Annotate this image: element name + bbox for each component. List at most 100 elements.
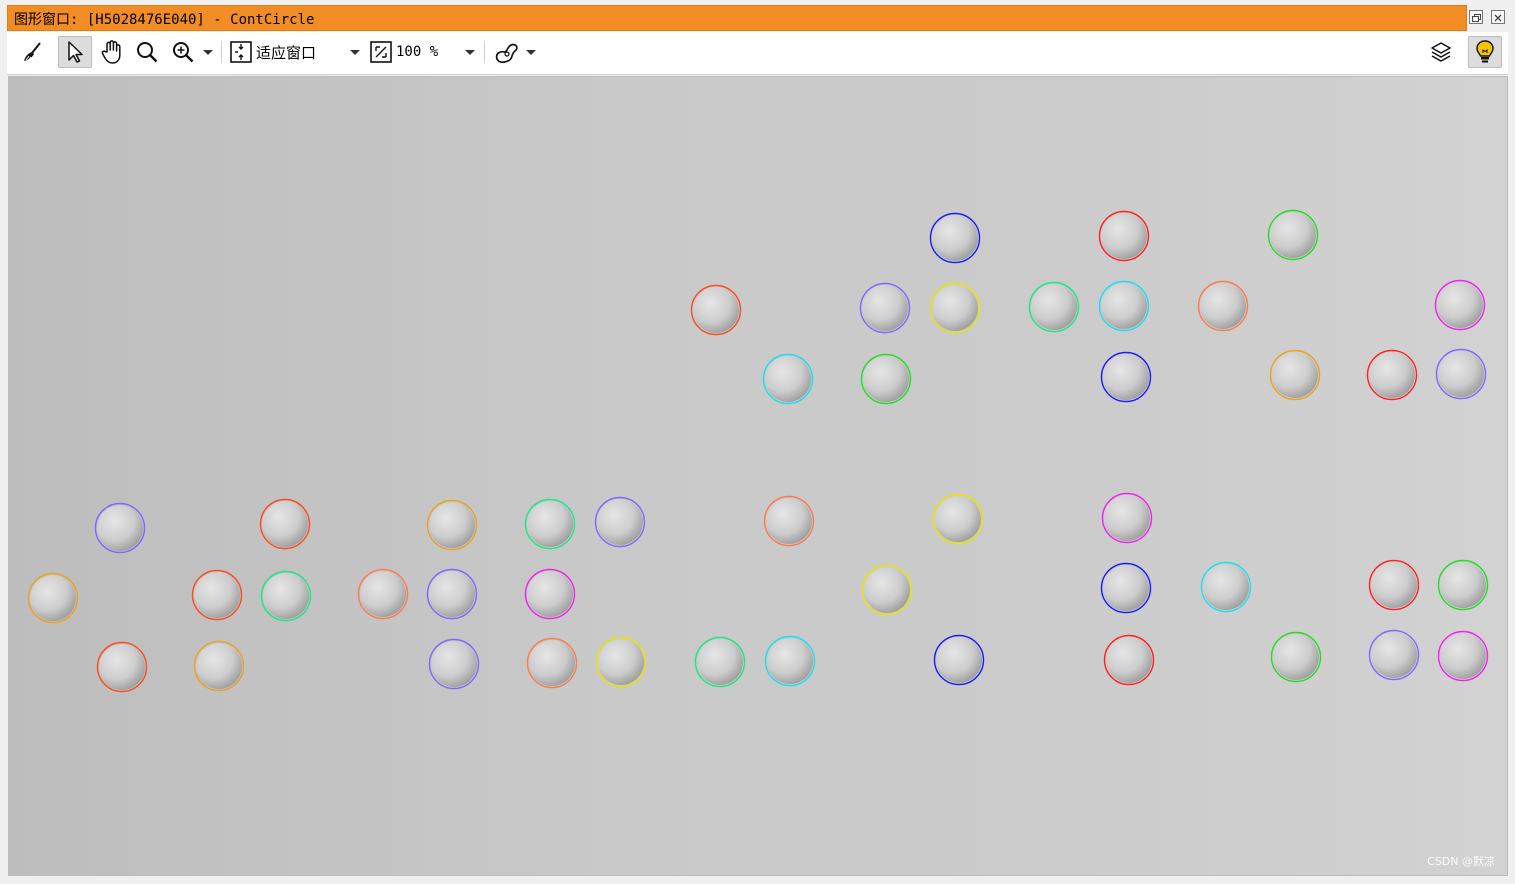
hole-bump [429,502,475,548]
detected-circle [259,498,311,550]
detected-circle [1368,559,1420,611]
close-icon [1494,14,1502,22]
zoom-dropdown[interactable] [200,36,216,68]
hole-bump [932,215,978,261]
detected-circle [1028,281,1080,333]
lightbulb-icon [1476,40,1494,63]
toolbar-separator [221,41,222,63]
detected-circle [1101,492,1153,544]
detected-circle [1098,280,1150,332]
detected-circle [594,496,646,548]
toolbar: 适应窗口 100 % [7,32,1508,75]
draw-shape-dropdown[interactable] [523,36,539,68]
hole-bump [1371,562,1417,608]
hole-bump [864,567,910,613]
hole-bump [196,643,242,689]
detected-circle [426,499,478,551]
detected-circle [1366,349,1418,401]
hole-bump [1440,562,1486,608]
hole-bump [932,285,978,331]
hole-bump [935,496,981,542]
draw-shape-button[interactable] [491,36,523,68]
hole-bump [262,501,308,547]
fit-window-button[interactable]: 适应窗口 [229,36,329,68]
hole-bump [863,356,909,402]
detected-circle [1098,210,1150,262]
hole-bump [99,644,145,690]
detected-circle [191,569,243,621]
detected-circle [929,212,981,264]
detected-circle [859,282,911,334]
zoom-tool-button[interactable] [132,36,162,68]
detected-circle [1437,559,1489,611]
detected-circle [1100,562,1152,614]
hole-bump [1101,283,1147,329]
hole-bump [1371,632,1417,678]
detected-circle [1368,629,1420,681]
restore-icon [1472,14,1481,22]
hole-bump [597,499,643,545]
hole-bump [936,637,982,683]
watermark: CSDN @默凉 [1427,855,1495,868]
detected-circle [763,495,815,547]
zoom-percent-icon [370,41,392,63]
hole-bump [1106,637,1152,683]
window-title-bar[interactable]: 图形窗口: [H5028476E040] - ContCircle [7,5,1467,31]
close-button[interactable] [1491,10,1505,24]
fit-window-dropdown[interactable] [347,36,363,68]
circle-overlay [27,209,1489,693]
magnifier-icon [137,42,158,63]
detected-circle [1437,630,1489,682]
hand-icon [101,40,121,64]
detected-circle [524,568,576,620]
hole-bump [1200,283,1246,329]
detected-circle [1200,561,1252,613]
clear-button[interactable] [17,36,47,68]
detected-circle [260,570,312,622]
hole-bump [1273,634,1319,680]
pointer-icon [68,41,83,63]
pan-tool-button[interactable] [96,36,128,68]
detected-circle [94,502,146,554]
detected-circle [1270,631,1322,683]
hole-bump [30,575,76,621]
hole-bump [527,501,573,547]
detected-circle [96,641,148,693]
chevron-down-icon [465,49,475,55]
hole-bump [862,285,908,331]
hole-bump [1031,284,1077,330]
hole-bump [1270,212,1316,258]
select-tool-button[interactable] [58,36,92,68]
fit-window-label: 适应窗口 [256,43,317,62]
hole-bump [1103,354,1149,400]
image-canvas[interactable]: CSDN @默凉 [8,76,1508,876]
zoom-percent-field[interactable]: 100 % [369,36,459,68]
hole-bump [1104,495,1150,541]
layers-button[interactable] [1426,36,1456,68]
zoom-percent-dropdown[interactable] [462,36,478,68]
hole-bump [97,505,143,551]
hole-bump [263,573,309,619]
broom-icon [24,42,41,62]
detected-circle [1197,280,1249,332]
hole-bump [1369,352,1415,398]
detected-circle [428,638,480,690]
fit-window-icon [230,41,252,63]
hint-toggle-button[interactable] [1468,36,1502,68]
hole-bump [1437,282,1483,328]
window-bottom-edge [0,876,1515,884]
layers-icon [1431,42,1451,62]
detected-circle [526,637,578,689]
restore-button[interactable] [1469,10,1483,24]
detected-circle [357,568,409,620]
window-title: 图形窗口: [H5028476E040] - ContCircle [14,12,315,28]
detected-circle [524,498,576,550]
zoom-percent-value: 100 % [396,44,439,60]
hole-bump [1440,633,1486,679]
hole-bump [431,641,477,687]
zoom-in-button[interactable] [168,36,198,68]
hole-bump [527,571,573,617]
detected-circle [1100,351,1152,403]
hole-bump [429,571,475,617]
detected-circle [694,636,746,688]
